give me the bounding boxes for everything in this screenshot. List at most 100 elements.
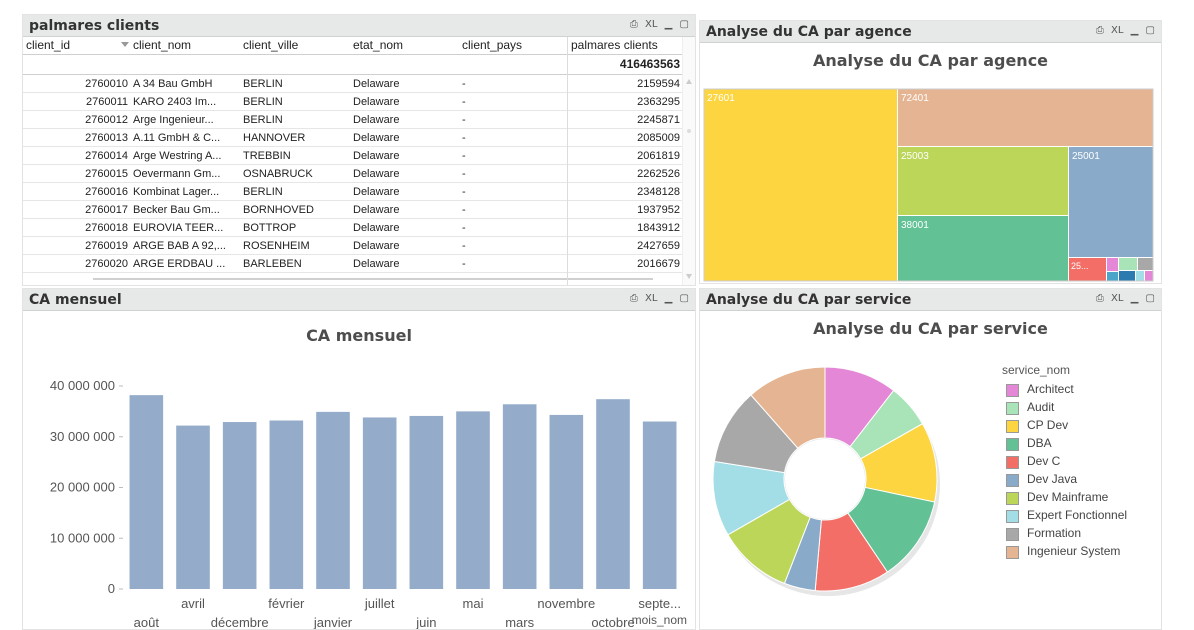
column-header-client-nom[interactable]: client_nom bbox=[130, 37, 238, 54]
x-tick-label: juin bbox=[415, 615, 436, 629]
legend-item[interactable]: Dev C bbox=[990, 453, 1155, 471]
bar-juillet[interactable] bbox=[362, 417, 397, 589]
treemap-tile-small-4[interactable] bbox=[1107, 272, 1118, 281]
cell-client-pays: - bbox=[462, 114, 466, 126]
cell-palmares-value: 2363295 bbox=[637, 96, 680, 108]
cell-client-ville: ROSENHEIM bbox=[243, 240, 310, 252]
column-header-client-id[interactable]: client_id bbox=[23, 37, 113, 54]
legend-item[interactable]: Dev Java bbox=[990, 471, 1155, 489]
print-icon[interactable]: ⎙ bbox=[1096, 293, 1104, 304]
treemap-tile-27601[interactable] bbox=[704, 89, 897, 281]
bar-juin[interactable] bbox=[409, 415, 444, 589]
service-chart-body: Analyse du CA par service service_nom Ar… bbox=[700, 311, 1161, 629]
bar-février[interactable] bbox=[269, 420, 304, 589]
excel-export-icon[interactable]: XL bbox=[1111, 25, 1123, 36]
y-tick-label: 30 000 000 bbox=[50, 429, 115, 444]
minimize-icon[interactable]: ▁ bbox=[1131, 293, 1139, 304]
treemap-tile-small-1[interactable] bbox=[1107, 258, 1118, 271]
scroll-up-icon[interactable] bbox=[686, 79, 692, 84]
minimize-icon[interactable]: ▁ bbox=[1131, 25, 1139, 36]
cell-client-nom: A 34 Bau GmbH bbox=[133, 78, 213, 90]
excel-export-icon[interactable]: XL bbox=[1111, 293, 1123, 304]
bar-avril[interactable] bbox=[176, 425, 210, 589]
legend-item[interactable]: Ingenieur System bbox=[990, 543, 1155, 561]
agence-caption[interactable]: Analyse du CA par agence ⎙ XL ▁ ▢ bbox=[700, 21, 1161, 43]
legend-item[interactable]: Architect bbox=[990, 381, 1155, 399]
x-tick-label: décembre bbox=[211, 615, 269, 629]
x-tick-label: août bbox=[134, 615, 160, 629]
column-header-client-pays[interactable]: client_pays bbox=[459, 37, 567, 54]
cell-etat-nom: Delaware bbox=[353, 114, 400, 126]
treemap-tile-small-6[interactable] bbox=[1136, 271, 1144, 281]
legend-item[interactable]: Formation bbox=[990, 525, 1155, 543]
palmares-table: client_id client_nom client_ville etat_n… bbox=[23, 37, 683, 285]
table-row[interactable]: 2760020 ARGE ERDBAU ... BARLEBEN Delaware - 2… bbox=[23, 255, 683, 273]
scroll-thumb[interactable] bbox=[687, 129, 691, 133]
legend-item[interactable]: Audit bbox=[990, 399, 1155, 417]
treemap-label-27601: 27601 bbox=[707, 93, 735, 104]
maximize-icon[interactable]: ▢ bbox=[680, 19, 689, 30]
legend-label: Ingenieur System bbox=[1027, 544, 1121, 558]
table-row[interactable]: 2760015 Oevermann Gm... OSNABRUCK Delaware -… bbox=[23, 165, 683, 183]
excel-export-icon[interactable]: XL bbox=[645, 293, 657, 304]
column-header-etat-nom[interactable]: etat_nom bbox=[350, 37, 458, 54]
table-row[interactable]: 2760017 Becker Bau Gm... BORNHOVED Delaware… bbox=[23, 201, 683, 219]
table-row[interactable]: 2760018 EUROVIA TEER... BOTTROP Delaware - 18… bbox=[23, 219, 683, 237]
bar-août[interactable] bbox=[129, 395, 164, 589]
minimize-icon[interactable]: ▁ bbox=[665, 293, 673, 304]
service-caption[interactable]: Analyse du CA par service ⎙ XL ▁ ▢ bbox=[700, 289, 1161, 311]
cell-palmares-value: 1937952 bbox=[637, 204, 680, 216]
maximize-icon[interactable]: ▢ bbox=[1146, 25, 1155, 36]
treemap-label-72401: 72401 bbox=[901, 93, 929, 104]
minimize-icon[interactable]: ▁ bbox=[665, 19, 673, 30]
bar-octobre[interactable] bbox=[596, 399, 630, 589]
treemap-tile-25001[interactable] bbox=[1069, 147, 1153, 257]
legend-item[interactable]: DBA bbox=[990, 435, 1155, 453]
table-row[interactable]: 2760010 A 34 Bau GmbH BERLIN Delaware - 21595… bbox=[23, 75, 683, 93]
excel-export-icon[interactable]: XL bbox=[645, 19, 657, 30]
treemap-tile-72401[interactable] bbox=[898, 89, 1153, 146]
table-row[interactable]: 2760014 Arge Westring A... TREBBIN Delaware… bbox=[23, 147, 683, 165]
bar-janvier[interactable] bbox=[316, 411, 350, 589]
cell-client-pays: - bbox=[462, 150, 466, 162]
bar-septe...[interactable] bbox=[642, 421, 677, 589]
legend-item[interactable]: Expert Fonctionnel bbox=[990, 507, 1155, 525]
maximize-icon[interactable]: ▢ bbox=[1146, 293, 1155, 304]
column-header-palmares[interactable]: palmares clients bbox=[568, 37, 683, 54]
treemap-label-25003: 25003 bbox=[901, 151, 929, 162]
legend-item[interactable]: Dev Mainframe bbox=[990, 489, 1155, 507]
maximize-icon[interactable]: ▢ bbox=[680, 293, 689, 304]
table-row[interactable]: 2760016 Kombinat Lager... BERLIN Delaware - 2… bbox=[23, 183, 683, 201]
mensuel-caption[interactable]: CA mensuel ⎙ XL ▁ ▢ bbox=[23, 289, 695, 311]
table-row[interactable]: 2760011 KARO 2403 Im... BERLIN Delaware - 236… bbox=[23, 93, 683, 111]
cell-client-id: 2760020 bbox=[85, 258, 128, 270]
legend-item[interactable]: CP Dev bbox=[990, 417, 1155, 435]
column-header-client-ville[interactable]: client_ville bbox=[240, 37, 348, 54]
treemap-tile-small-5[interactable] bbox=[1119, 271, 1135, 281]
table-row[interactable]: 2760019 ARGE BAB A 92,... ROSENHEIM Delawar… bbox=[23, 237, 683, 255]
table-row[interactable]: 2760012 Arge Ingenieur... BERLIN Delaware - 2… bbox=[23, 111, 683, 129]
bar-mars[interactable] bbox=[502, 404, 537, 589]
treemap-tile-small-2[interactable] bbox=[1119, 258, 1137, 270]
cell-palmares-value: 2061819 bbox=[637, 150, 680, 162]
print-icon[interactable]: ⎙ bbox=[630, 293, 638, 304]
bar-décembre[interactable] bbox=[222, 422, 257, 589]
scroll-down-icon[interactable] bbox=[686, 274, 692, 279]
cell-client-pays: - bbox=[462, 240, 466, 252]
bar-mai[interactable] bbox=[456, 411, 490, 589]
palmares-caption[interactable]: palmares clients ⎙ XL ▁ ▢ bbox=[23, 15, 695, 37]
cell-client-nom: ARGE BAB A 92,... bbox=[133, 240, 226, 252]
table-row[interactable]: 2760013 A.11 GmbH & C... HANNOVER Delaware -… bbox=[23, 129, 683, 147]
print-icon[interactable]: ⎙ bbox=[630, 19, 638, 30]
cell-client-nom: Arge Westring A... bbox=[133, 150, 222, 162]
cell-client-ville: OSNABRUCK bbox=[243, 168, 313, 180]
legend-title: service_nom bbox=[1002, 363, 1071, 377]
treemap-tile-small-7[interactable] bbox=[1145, 271, 1153, 281]
treemap-tile-small-3[interactable] bbox=[1138, 258, 1153, 270]
print-icon[interactable]: ⎙ bbox=[1096, 25, 1104, 36]
legend-label: CP Dev bbox=[1027, 418, 1069, 432]
x-tick-label: mai bbox=[463, 596, 484, 611]
table-scrollbar[interactable] bbox=[682, 37, 695, 285]
x-tick-label: octobre bbox=[591, 615, 634, 629]
bar-novembre[interactable] bbox=[549, 414, 584, 589]
